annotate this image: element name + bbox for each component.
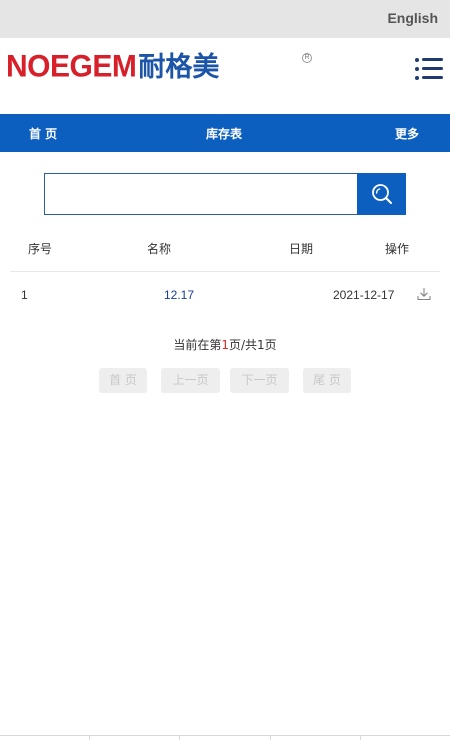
footer-tab[interactable]	[0, 736, 91, 740]
total-pages: 1	[257, 338, 265, 352]
language-switch-link[interactable]: English	[387, 10, 438, 26]
bottom-toolbar	[0, 735, 450, 740]
header-index: 序号	[28, 242, 53, 256]
search-icon	[371, 184, 392, 204]
search-input[interactable]	[44, 173, 358, 215]
pagination-status: 当前在第1页/共1页	[173, 338, 277, 352]
header-name: 名称	[147, 242, 172, 256]
prev-page-button[interactable]: 上一页	[161, 368, 220, 393]
header-date: 日期	[289, 242, 314, 256]
next-page-button[interactable]: 下一页	[230, 368, 289, 393]
brand-name-cn: 耐格美	[138, 52, 220, 83]
nav-item-inventory[interactable]: 库存表	[206, 125, 242, 142]
nav-item-more[interactable]: 更多	[395, 125, 419, 142]
last-page-button[interactable]: 尾 页	[303, 368, 351, 393]
registered-mark: R	[302, 53, 312, 63]
brand-name-en: NOEGEM	[6, 49, 137, 84]
row-name-link[interactable]: 12.17	[164, 288, 194, 302]
search-bar	[44, 173, 406, 215]
footer-tab[interactable]	[271, 736, 361, 740]
current-page: 1	[221, 338, 229, 352]
top-bar: English	[0, 0, 450, 38]
row-date: 2021-12-17	[333, 288, 395, 302]
footer-tab[interactable]	[90, 736, 181, 740]
footer-tab[interactable]	[361, 736, 450, 740]
download-icon[interactable]	[416, 286, 432, 302]
table-row: 1 12.17 2021-12-17	[10, 272, 440, 318]
table-header: 序号 名称 日期 操作	[10, 230, 440, 272]
footer-tab[interactable]	[180, 736, 271, 740]
nav-item-home[interactable]: 首 页	[29, 125, 57, 142]
first-page-button[interactable]: 首 页	[99, 368, 147, 393]
menu-icon[interactable]	[415, 57, 443, 81]
header-action: 操作	[385, 242, 410, 256]
search-button[interactable]	[357, 173, 406, 215]
brand-logo[interactable]: NOEGEM 耐格美	[6, 49, 220, 84]
main-nav: 首 页 库存表 更多	[0, 114, 450, 152]
row-index: 1	[21, 288, 28, 302]
